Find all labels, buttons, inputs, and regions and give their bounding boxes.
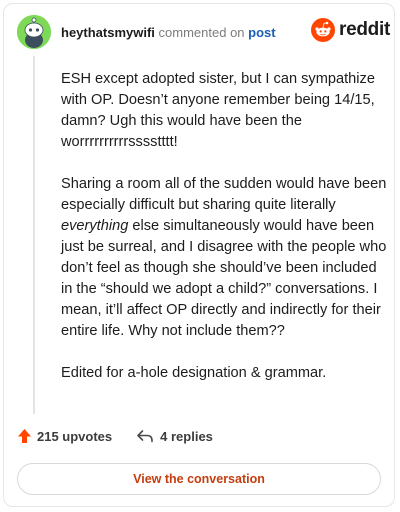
comment-paragraph: Sharing a room all of the sudden would h… — [61, 174, 387, 342]
paragraph-text: else simultaneously would have been just… — [61, 218, 387, 339]
comment-header: heythatsmywifi commented on post — [61, 25, 276, 41]
upvote-button[interactable]: 215 upvotes — [17, 428, 112, 444]
post-link[interactable]: post — [248, 25, 275, 40]
view-conversation-button[interactable]: View the conversation — [17, 463, 381, 495]
comment-footer: 215 upvotes 4 replies — [17, 428, 213, 444]
reddit-logo-icon — [311, 18, 335, 42]
upvote-arrow-icon — [18, 429, 31, 443]
comment-paragraph: Edited for a-hole designation & grammar. — [61, 363, 387, 384]
user-avatar[interactable] — [17, 15, 51, 49]
comment-paragraph: ESH except adopted sister, but I can sym… — [61, 69, 387, 153]
paragraph-text: Edited for a-hole designation & grammar. — [61, 365, 327, 381]
emphasis-text: everything — [61, 218, 129, 234]
replies-button[interactable]: 4 replies — [136, 429, 213, 444]
paragraph-text: Sharing a room all of the sudden would h… — [61, 176, 387, 213]
snoo-avatar-icon — [17, 15, 51, 49]
thread-line — [33, 56, 35, 414]
comment-body: ESH except adopted sister, but I can sym… — [61, 69, 387, 405]
reply-arrow-icon — [137, 430, 153, 443]
replies-count: 4 replies — [160, 428, 213, 444]
reddit-wordmark: reddit — [339, 19, 390, 40]
paragraph-text: ESH except adopted sister, but I can sym… — [61, 71, 375, 150]
reddit-logo[interactable]: reddit — [311, 18, 390, 42]
username-link[interactable]: heythatsmywifi — [61, 25, 155, 40]
upvote-count: 215 upvotes — [37, 428, 113, 444]
action-text: commented on — [158, 25, 245, 40]
view-conversation-label: View the conversation — [133, 472, 265, 486]
